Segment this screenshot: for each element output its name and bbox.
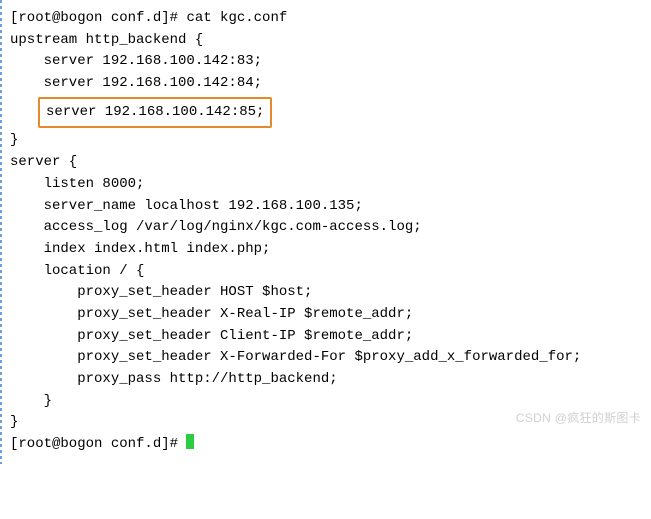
- config-line: server_name localhost 192.168.100.135;: [10, 196, 641, 218]
- config-line: server 192.168.100.142:83;: [10, 51, 641, 73]
- shell-command: cat kgc.conf: [186, 10, 287, 26]
- config-line: proxy_set_header Client-IP $remote_addr;: [10, 326, 641, 348]
- config-line: access_log /var/log/nginx/kgc.com-access…: [10, 217, 641, 239]
- shell-prompt: [root@bogon conf.d]#: [10, 10, 186, 26]
- config-line: listen 8000;: [10, 174, 641, 196]
- shell-prompt: [root@bogon conf.d]#: [10, 436, 186, 452]
- config-line: index index.html index.php;: [10, 239, 641, 261]
- config-line: upstream http_backend {: [10, 30, 641, 52]
- config-line: proxy_set_header HOST $host;: [10, 282, 641, 304]
- config-line: server 192.168.100.142:84;: [10, 73, 641, 95]
- shell-line: [root@bogon conf.d]# cat kgc.conf: [10, 8, 641, 30]
- shell-line[interactable]: [root@bogon conf.d]#: [10, 434, 641, 456]
- config-line: server {: [10, 152, 641, 174]
- highlighted-server-line: server 192.168.100.142:85;: [38, 97, 272, 129]
- terminal-output: [root@bogon conf.d]# cat kgc.conf upstre…: [10, 8, 641, 456]
- config-line: proxy_pass http://http_backend;: [10, 369, 641, 391]
- config-line: proxy_set_header X-Real-IP $remote_addr;: [10, 304, 641, 326]
- config-line: }: [10, 130, 641, 152]
- config-line: proxy_set_header X-Forwarded-For $proxy_…: [10, 347, 641, 369]
- watermark: CSDN @疯狂的斯图卡: [516, 409, 641, 428]
- config-line: location / {: [10, 261, 641, 283]
- terminal-cursor-icon: [186, 434, 194, 449]
